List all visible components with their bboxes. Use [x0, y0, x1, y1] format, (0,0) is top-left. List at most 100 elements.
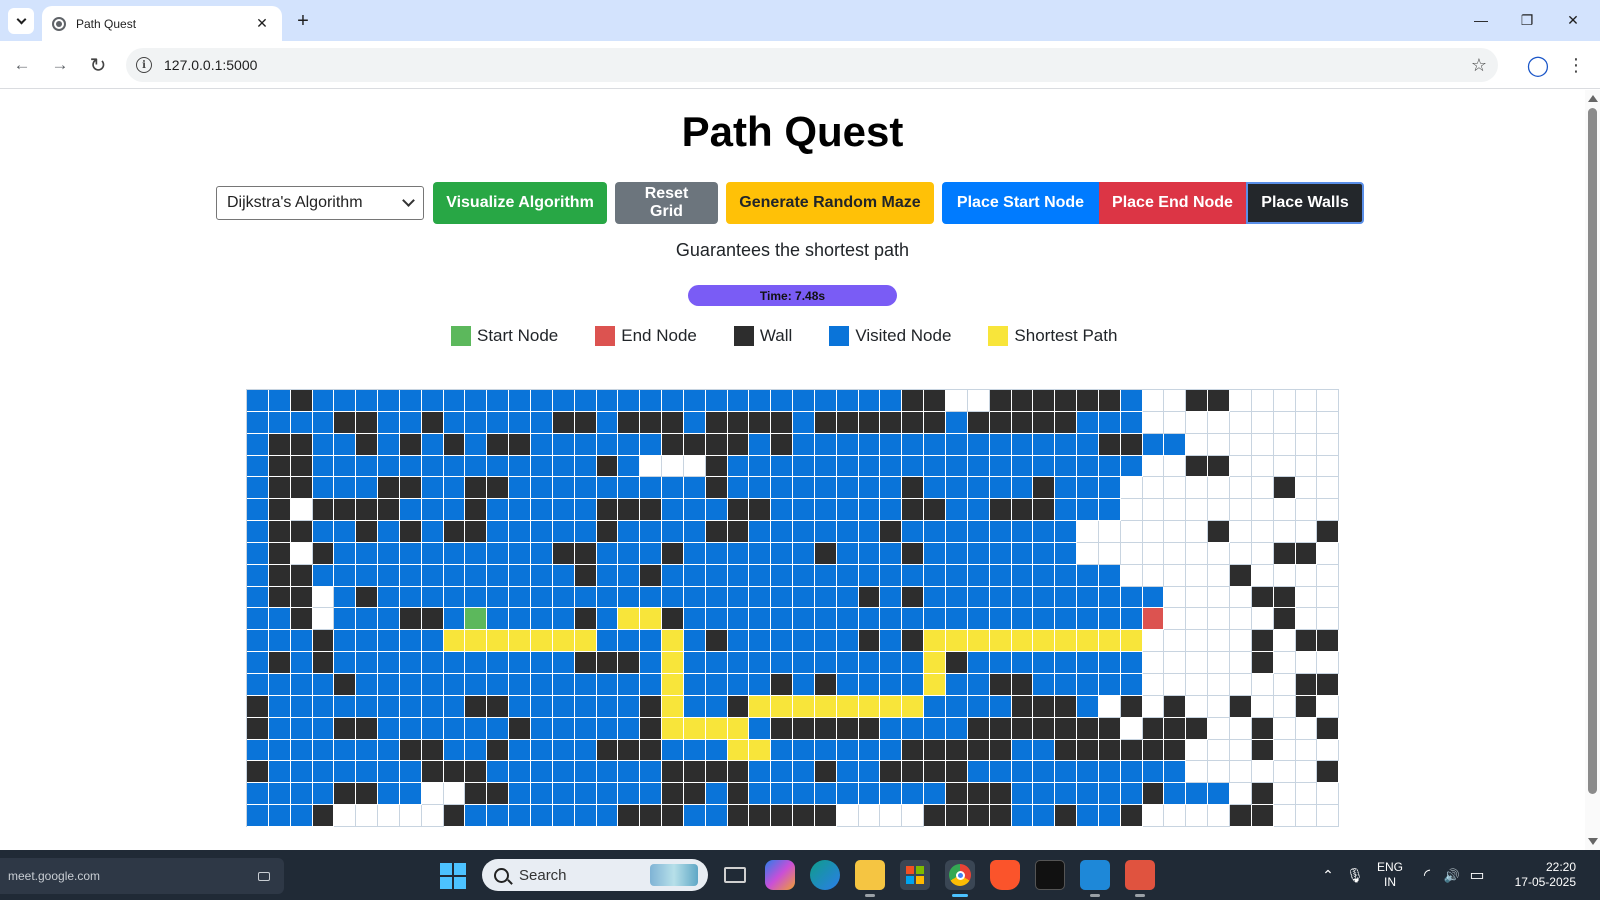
wall-node[interactable] [596, 739, 619, 762]
empty-node[interactable] [290, 499, 313, 522]
visited-node[interactable] [465, 673, 488, 696]
visited-node[interactable] [356, 608, 379, 631]
empty-node[interactable] [1273, 805, 1296, 827]
wall-node[interactable] [1077, 390, 1099, 412]
visited-node[interactable] [1120, 411, 1143, 434]
wall-node[interactable] [858, 717, 881, 740]
wall-node[interactable] [1098, 739, 1121, 762]
visited-node[interactable] [290, 761, 313, 784]
wall-node[interactable] [574, 652, 597, 674]
empty-node[interactable] [1295, 411, 1318, 434]
visited-node[interactable] [618, 390, 641, 412]
visited-node[interactable] [290, 673, 313, 696]
microphone-icon[interactable]: 🎙 [1338, 867, 1372, 883]
wall-node[interactable] [268, 499, 291, 522]
path-node[interactable] [487, 630, 510, 653]
empty-node[interactable] [1208, 739, 1230, 762]
empty-node[interactable] [1164, 608, 1187, 631]
visited-node[interactable] [814, 477, 837, 500]
visited-node[interactable] [552, 805, 575, 827]
visited-node[interactable] [465, 739, 488, 762]
visited-node[interactable] [814, 652, 837, 674]
wall-node[interactable] [858, 630, 881, 653]
visited-node[interactable] [618, 783, 641, 806]
wall-node[interactable] [836, 411, 859, 434]
empty-node[interactable] [1098, 542, 1121, 565]
visited-node[interactable] [596, 608, 619, 631]
wall-node[interactable] [247, 761, 269, 784]
wall-node[interactable] [1295, 630, 1318, 653]
scroll-up-arrow-icon[interactable] [1588, 95, 1598, 102]
empty-node[interactable] [1251, 608, 1274, 631]
empty-node[interactable] [1229, 521, 1252, 543]
visited-node[interactable] [683, 608, 706, 631]
visited-node[interactable] [1033, 805, 1056, 827]
visited-node[interactable] [378, 542, 400, 565]
visited-node[interactable] [530, 477, 553, 500]
wall-node[interactable] [1317, 630, 1340, 653]
wall-node[interactable] [465, 477, 488, 500]
visited-node[interactable] [574, 521, 597, 543]
visited-node[interactable] [749, 673, 772, 696]
empty-node[interactable] [1208, 761, 1230, 784]
path-node[interactable] [465, 630, 488, 653]
empty-node[interactable] [1186, 586, 1209, 609]
visited-node[interactable] [443, 477, 466, 500]
language-indicator[interactable]: ENG IN [1372, 860, 1408, 890]
visited-node[interactable] [290, 695, 313, 718]
empty-node[interactable] [1120, 477, 1143, 500]
visited-node[interactable] [989, 608, 1012, 631]
visited-node[interactable] [247, 564, 269, 587]
visited-node[interactable] [312, 695, 335, 718]
empty-node[interactable] [1273, 433, 1296, 456]
wall-node[interactable] [814, 761, 837, 784]
wall-node[interactable] [793, 717, 815, 740]
visited-node[interactable] [946, 521, 968, 543]
visited-node[interactable] [705, 695, 728, 718]
visited-node[interactable] [487, 805, 510, 827]
visited-node[interactable] [705, 783, 728, 806]
visited-node[interactable] [487, 652, 510, 674]
visited-node[interactable] [836, 390, 859, 412]
visited-node[interactable] [1120, 652, 1143, 674]
visited-node[interactable] [814, 455, 837, 478]
visited-node[interactable] [268, 673, 291, 696]
empty-node[interactable] [967, 390, 990, 412]
minimize-button[interactable]: — [1458, 6, 1504, 34]
wall-node[interactable] [814, 542, 837, 565]
empty-node[interactable] [1273, 411, 1296, 434]
visited-node[interactable] [880, 390, 903, 412]
visited-node[interactable] [814, 630, 837, 653]
visited-node[interactable] [705, 499, 728, 522]
wall-node[interactable] [290, 477, 313, 500]
visited-node[interactable] [378, 608, 400, 631]
wall-node[interactable] [1055, 411, 1078, 434]
visited-node[interactable] [618, 695, 641, 718]
visited-node[interactable] [967, 455, 990, 478]
empty-node[interactable] [902, 805, 925, 827]
visited-node[interactable] [705, 564, 728, 587]
visited-node[interactable] [727, 542, 750, 565]
visited-node[interactable] [465, 586, 488, 609]
empty-node[interactable] [1317, 390, 1340, 412]
visited-node[interactable] [946, 542, 968, 565]
visited-node[interactable] [793, 455, 815, 478]
wall-node[interactable] [1208, 455, 1230, 478]
wall-node[interactable] [268, 542, 291, 565]
visited-node[interactable] [1033, 564, 1056, 587]
visited-node[interactable] [946, 564, 968, 587]
wall-node[interactable] [902, 630, 925, 653]
visited-node[interactable] [924, 783, 946, 806]
visited-node[interactable] [1033, 433, 1056, 456]
empty-node[interactable] [1186, 652, 1209, 674]
visited-node[interactable] [596, 433, 619, 456]
visited-node[interactable] [312, 390, 335, 412]
wall-node[interactable] [443, 761, 466, 784]
visited-node[interactable] [465, 717, 488, 740]
path-node[interactable] [727, 739, 750, 762]
visited-node[interactable] [465, 433, 488, 456]
visited-node[interactable] [662, 477, 684, 500]
empty-node[interactable] [1273, 564, 1296, 587]
visited-node[interactable] [421, 390, 444, 412]
visited-node[interactable] [705, 652, 728, 674]
